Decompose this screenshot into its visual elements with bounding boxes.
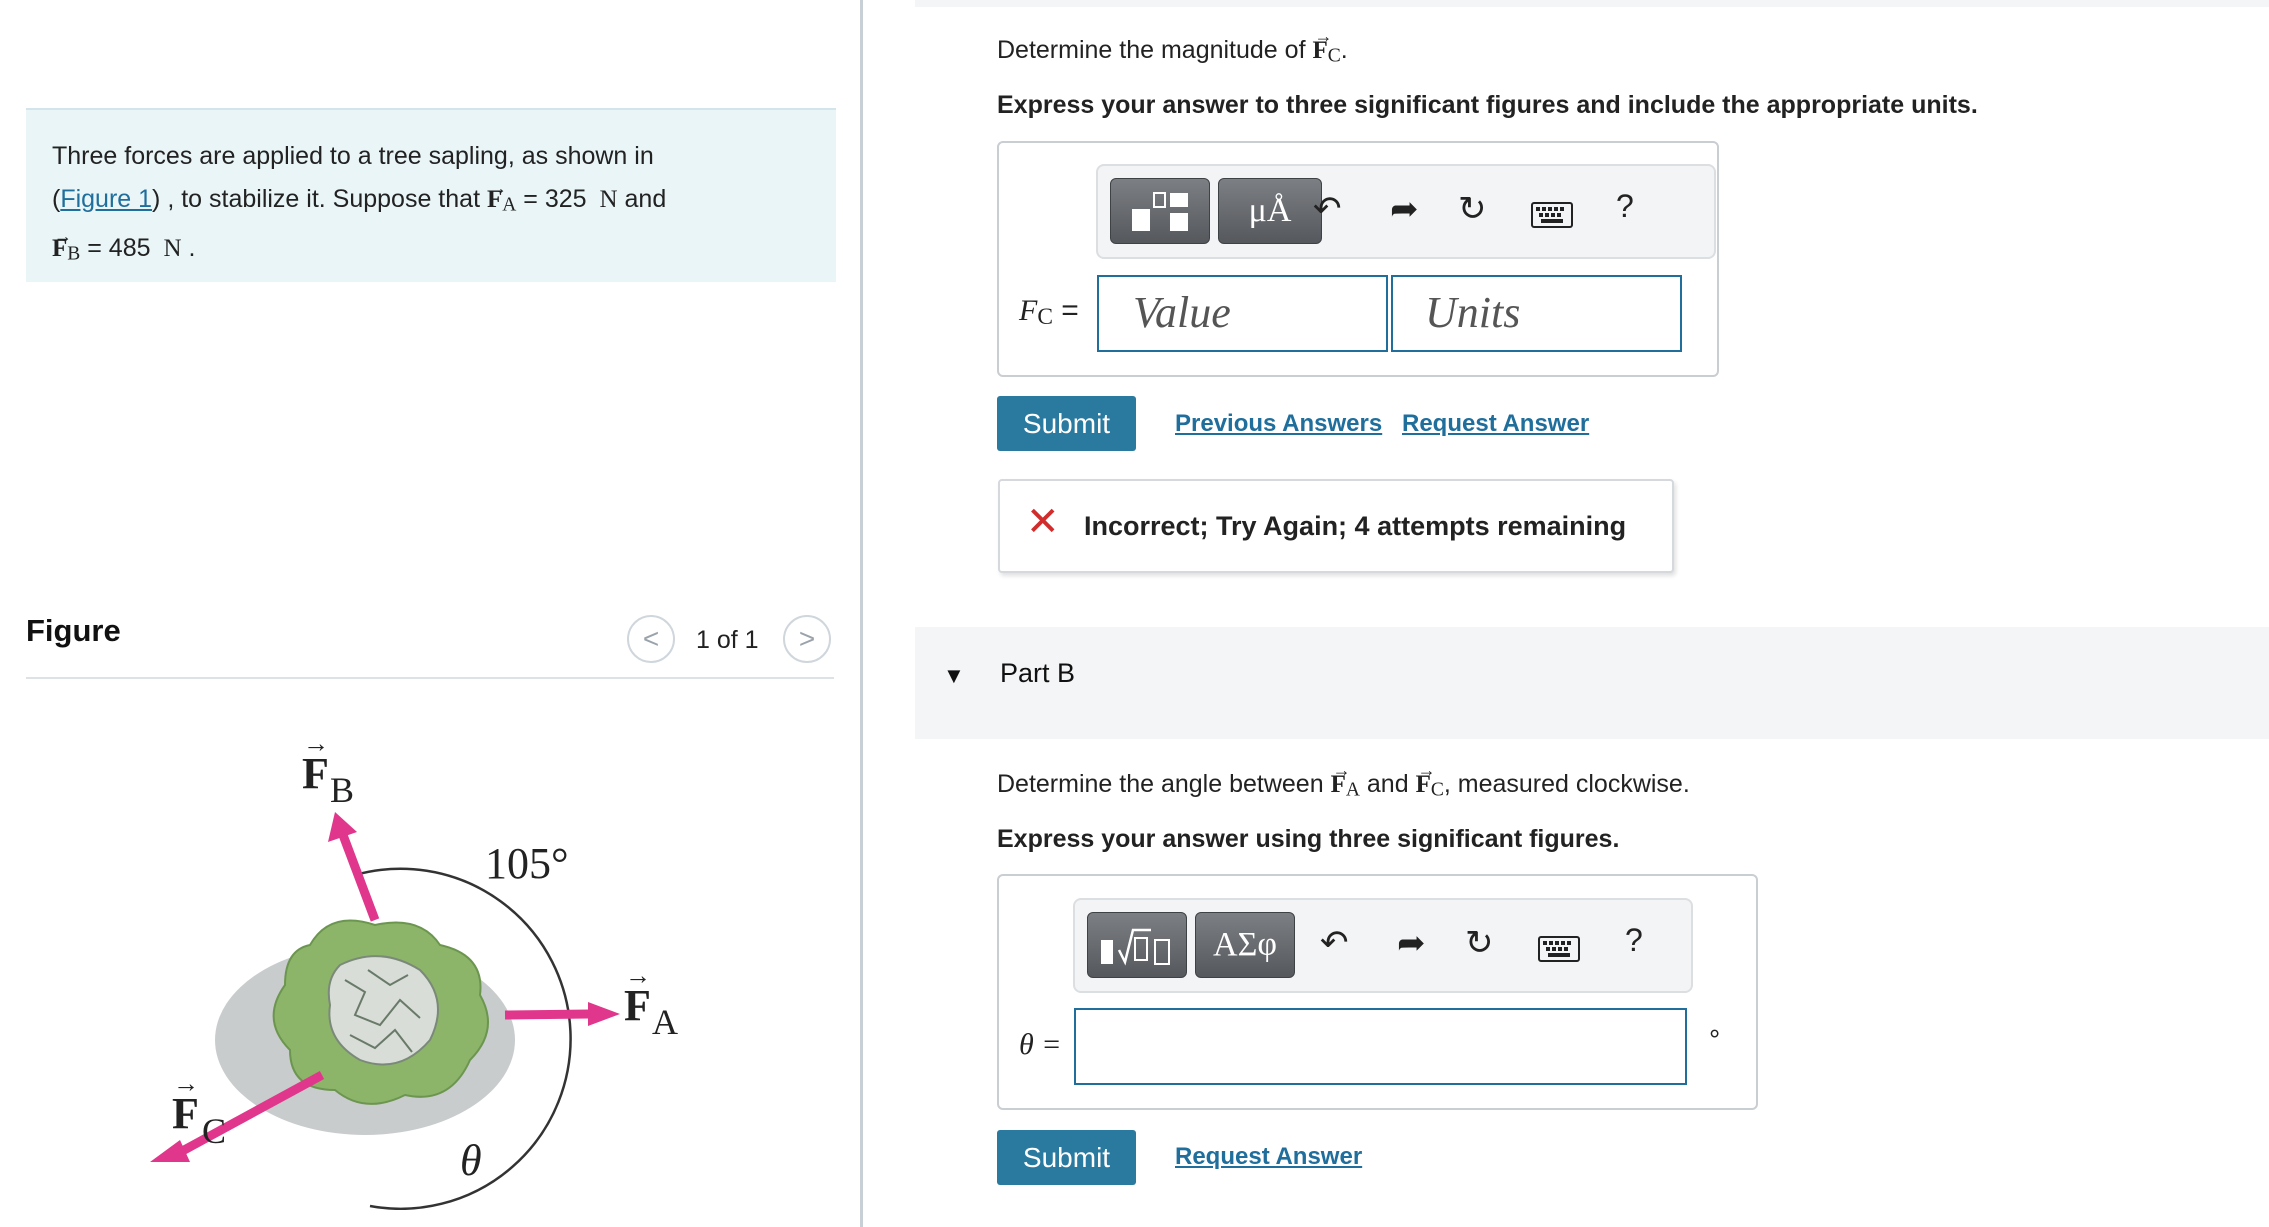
- part-a-instruction: Express your answer to three significant…: [997, 91, 1978, 119]
- part-a-question-sub: C: [1327, 45, 1341, 67]
- part-a-variable-label: FC =: [1019, 294, 1079, 331]
- incorrect-x-icon: ✕: [1026, 500, 1060, 544]
- fb-value: = 485: [87, 233, 151, 262]
- redo-icon[interactable]: ➦: [1397, 926, 1426, 960]
- part-b-question: Determine the angle between FA and FC, m…: [997, 760, 1690, 802]
- prev-figure-button[interactable]: <: [627, 615, 675, 663]
- figure-divider: [26, 677, 834, 679]
- part-b-sub1: A: [1345, 779, 1360, 801]
- fc-var-eq: =: [1061, 294, 1079, 327]
- templates-radical-button[interactable]: [1087, 912, 1187, 978]
- part-b-sym1: F: [1331, 760, 1351, 799]
- templates-icon: [1132, 192, 1188, 231]
- next-figure-button[interactable]: >: [783, 615, 831, 663]
- fc-label-sub: C: [202, 1111, 226, 1151]
- fa-symbol: F: [487, 167, 507, 221]
- keyboard-icon[interactable]: [1538, 936, 1580, 962]
- force-a-arrow-shaft: [504, 1009, 591, 1020]
- collapse-triangle-icon[interactable]: ▼: [943, 663, 965, 689]
- fa-vector-arrow: →: [625, 961, 651, 990]
- value-input[interactable]: Value: [1097, 275, 1388, 352]
- figure-link[interactable]: Figure 1: [60, 185, 152, 213]
- fb-label-sub: B: [330, 770, 354, 810]
- part-a-request-answer-link[interactable]: Request Answer: [1402, 410, 1589, 438]
- angle-input[interactable]: [1074, 1008, 1687, 1085]
- help-icon[interactable]: ?: [1616, 190, 1634, 222]
- value-placeholder: Value: [1133, 288, 1231, 337]
- part-a-question: Determine the magnitude of FC.: [997, 26, 1348, 68]
- part-b-title: Part B: [1000, 658, 1076, 688]
- reset-icon[interactable]: ↻: [1465, 926, 1494, 960]
- keyboard-icon[interactable]: [1531, 202, 1573, 228]
- part-a-top-strip: [915, 0, 2269, 7]
- feedback-text: Incorrect; Try Again; 4 attempts remaini…: [1084, 511, 1627, 541]
- part-b-instruction: Express your answer using three signific…: [997, 825, 1620, 853]
- part-b-request-answer-link[interactable]: Request Answer: [1175, 1143, 1362, 1171]
- part-b-toolbar: ΑΣφ ↶ ➦ ↻ ?: [1073, 898, 1693, 993]
- part-b-header[interactable]: ▼ Part B: [915, 627, 2269, 739]
- fc-var-sub: C: [1037, 304, 1053, 331]
- part-b-submit-button[interactable]: Submit: [997, 1130, 1136, 1185]
- degree-unit: °: [1709, 1024, 1721, 1055]
- templates-button[interactable]: [1110, 178, 1210, 244]
- radical-templates-icon: [1101, 928, 1170, 966]
- force-b-arrow-shaft: [338, 833, 380, 922]
- part-b-question-pre: Determine the angle between: [997, 770, 1324, 798]
- part-a-question-symbol: F: [1312, 26, 1332, 65]
- part-b-sym2: F: [1416, 760, 1436, 799]
- angle-105-label: 105°: [485, 839, 569, 888]
- and-word: and: [624, 185, 667, 213]
- help-icon[interactable]: ?: [1625, 924, 1643, 956]
- undo-icon[interactable]: ↶: [1320, 926, 1349, 960]
- panel-divider[interactable]: [860, 0, 863, 1227]
- part-b-question-post: , measured clockwise.: [1443, 770, 1690, 798]
- reset-icon[interactable]: ↻: [1458, 192, 1487, 226]
- sapling-trunk-base: [327, 955, 439, 1066]
- fa-unit: N: [599, 186, 618, 213]
- problem-intro: Three forces are applied to a tree sapli…: [52, 142, 654, 170]
- redo-icon[interactable]: ➦: [1390, 192, 1419, 226]
- part-a-submit-button[interactable]: Submit: [997, 396, 1136, 451]
- theta-label: θ: [460, 1136, 482, 1185]
- force-a-arrow-head: [588, 1002, 620, 1026]
- part-a-question-post: .: [1340, 36, 1348, 64]
- units-input[interactable]: Units: [1391, 275, 1682, 352]
- fb-symbol: F: [52, 215, 72, 270]
- fb-vector-arrow: →: [303, 730, 329, 758]
- chevron-right-icon: >: [798, 623, 816, 654]
- force-c-arrow-head: [150, 1140, 190, 1162]
- part-a-toolbar: μÅ ↶ ➦ ↻ ?: [1096, 164, 1716, 259]
- figure-pager-count: 1 of 1: [696, 626, 759, 654]
- problem-statement: Three forces are applied to a tree sapli…: [52, 135, 812, 275]
- problem-end: .: [188, 233, 196, 262]
- part-b-and: and: [1366, 770, 1409, 798]
- units-symbols-button[interactable]: μÅ: [1218, 178, 1322, 244]
- part-a-question-pre: Determine the magnitude of: [997, 36, 1306, 64]
- fc-var: F: [1019, 294, 1038, 327]
- feedback-box: ✕ Incorrect; Try Again; 4 attempts remai…: [998, 479, 1674, 573]
- part-b-sub2: C: [1430, 779, 1444, 801]
- fc-vector-arrow: →: [173, 1069, 199, 1098]
- chevron-left-icon: <: [642, 623, 660, 654]
- theta-var: θ =: [1019, 1028, 1062, 1061]
- previous-answers-link[interactable]: Previous Answers: [1175, 410, 1382, 438]
- fa-value: = 325: [523, 185, 587, 213]
- units-placeholder: Units: [1425, 288, 1521, 337]
- tree-sapling-figure: F B → F A → F C → 105° θ: [150, 730, 678, 1210]
- problem-after-link: , to stabilize it. Suppose that: [167, 185, 481, 213]
- greek-symbols-button[interactable]: ΑΣφ: [1195, 912, 1295, 978]
- fa-label-sub: A: [652, 1002, 678, 1042]
- undo-icon[interactable]: ↶: [1313, 192, 1342, 226]
- fb-unit: N: [163, 234, 182, 262]
- figure-heading: Figure: [26, 613, 121, 648]
- theta-variable-label: θ =: [1019, 1028, 1061, 1062]
